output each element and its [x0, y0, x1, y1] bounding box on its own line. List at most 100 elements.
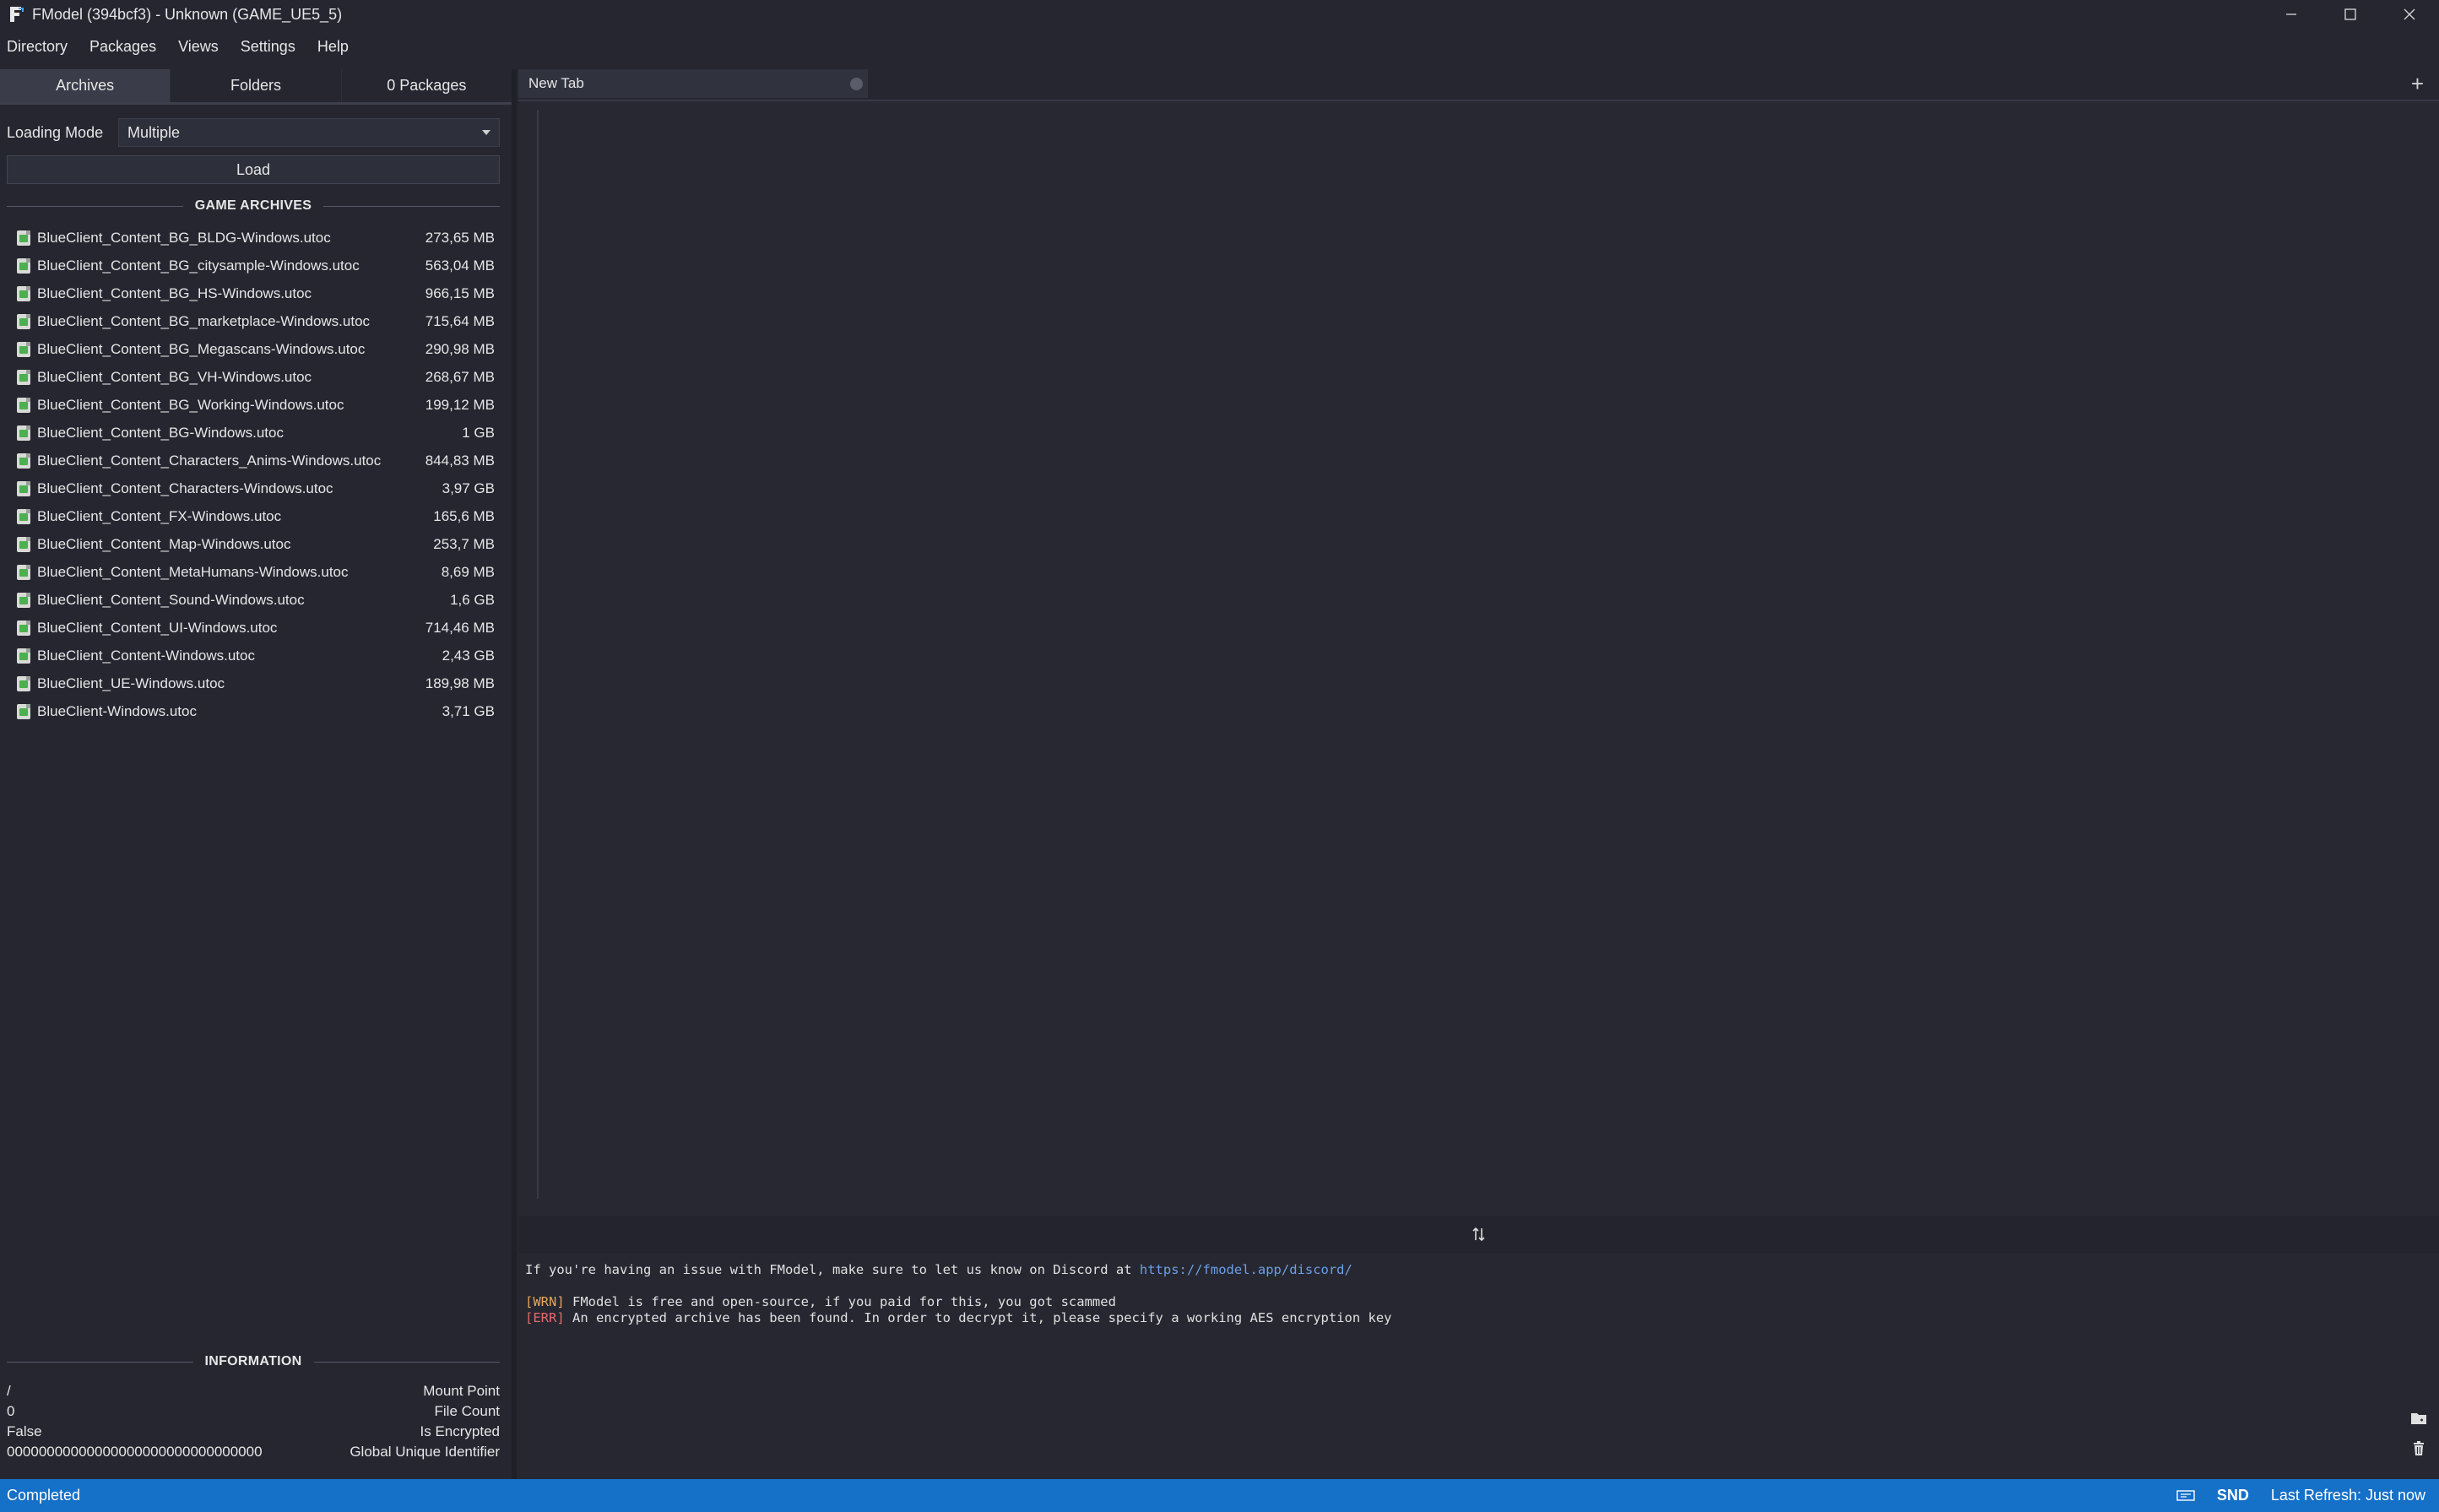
archive-row[interactable]: BlueClient_Content_Sound-Windows.utoc 1,6… — [8, 586, 500, 614]
archive-name: BlueClient_Content_MetaHumans-Windows.ut… — [37, 563, 349, 580]
left-tab-strip: Archives Folders 0 Packages — [0, 69, 512, 105]
text-editor[interactable] — [518, 100, 2439, 1216]
archive-row[interactable]: BlueClient_Content_UI-Windows.utoc 714,46… — [8, 614, 500, 642]
archive-row[interactable]: BlueClient_Content_BG-Windows.utoc 1 GB — [8, 419, 500, 447]
archive-size: 199,12 MB — [425, 396, 495, 413]
add-tab-button[interactable]: + — [2411, 71, 2424, 97]
archive-row[interactable]: BlueClient_Content_BG_citysample-Windows… — [8, 252, 500, 279]
clear-log-button[interactable] — [2410, 1440, 2427, 1457]
archive-file-icon — [17, 675, 30, 691]
archive-name: BlueClient_Content-Windows.utoc — [37, 647, 255, 664]
loading-mode-value: Multiple — [127, 123, 181, 141]
loading-mode-label: Loading Mode — [7, 123, 104, 141]
console-line-error: [ERR] An encrypted archive has been foun… — [525, 1310, 1392, 1325]
archive-size: 966,15 MB — [425, 285, 495, 301]
maximize-button[interactable] — [2321, 0, 2380, 29]
tab-archives[interactable]: Archives — [0, 69, 171, 102]
status-right: SND Last Refresh: Just now — [2154, 1479, 2425, 1512]
menu-help[interactable]: Help — [311, 38, 355, 56]
divider — [7, 205, 183, 207]
info-value: 0 — [7, 1403, 15, 1419]
info-row-mount-point: / Mount Point — [7, 1381, 500, 1401]
archive-file-icon — [17, 313, 30, 329]
archive-row[interactable]: BlueClient_Content_BG_Megascans-Windows.… — [8, 335, 500, 363]
archive-name: BlueClient_Content_BG_marketplace-Window… — [37, 312, 371, 329]
snd-indicator[interactable]: SND — [2217, 1487, 2249, 1504]
console-output[interactable]: If you're having an issue with FModel, m… — [518, 1253, 2439, 1479]
tab-packages[interactable]: 0 Packages — [340, 69, 512, 102]
archive-file-icon — [17, 564, 30, 580]
archive-row[interactable]: BlueClient_Content_BG_VH-Windows.utoc 268… — [8, 363, 500, 391]
close-button[interactable] — [2380, 0, 2439, 29]
archive-name: BlueClient_Content_BG_Working-Windows.ut… — [37, 396, 344, 413]
info-row-file-count: 0 File Count — [7, 1401, 500, 1422]
tab-folders[interactable]: Folders — [170, 69, 340, 102]
tab-new-tab[interactable]: New Tab — [518, 69, 868, 98]
archive-file-icon — [17, 536, 30, 552]
loading-mode-select[interactable]: Multiple — [118, 118, 500, 147]
load-button[interactable]: Load — [7, 155, 500, 184]
archive-row[interactable]: BlueClient_Content_BG_marketplace-Window… — [8, 307, 500, 335]
chevron-down-icon — [482, 130, 491, 135]
horizontal-splitter[interactable] — [518, 1216, 2439, 1253]
console-text: FModel is free and open-source, if you p… — [564, 1294, 1116, 1309]
minimize-button[interactable] — [2262, 0, 2321, 29]
archive-name: BlueClient_Content_BG-Windows.utoc — [37, 424, 284, 441]
archive-row[interactable]: BlueClient_Content_Characters-Windows.ut… — [8, 474, 500, 502]
archive-name: BlueClient-Windows.utoc — [37, 702, 197, 719]
archive-list: BlueClient_Content_BG_BLDG-Windows.utoc 2… — [8, 224, 500, 725]
archive-name: BlueClient_UE-Windows.utoc — [37, 675, 225, 691]
archive-name: BlueClient_Content_Map-Windows.utoc — [37, 535, 291, 552]
archive-size: 273,65 MB — [425, 229, 495, 246]
left-panel: Archives Folders 0 Packages Loading Mode… — [0, 69, 512, 1479]
menu-directory[interactable]: Directory — [0, 38, 74, 56]
info-row-guid: 00000000000000000000000000000000 Global U… — [7, 1442, 500, 1462]
archive-size: 290,98 MB — [425, 340, 495, 357]
game-archives-title: GAME ARCHIVES — [194, 198, 312, 213]
keyboard-icon[interactable] — [2176, 1489, 2195, 1503]
resize-arrows-icon — [1472, 1227, 1485, 1242]
info-value: False — [7, 1423, 42, 1439]
info-label: Is Encrypted — [420, 1423, 501, 1439]
vertical-splitter[interactable] — [512, 69, 517, 1479]
console-text: An encrypted archive has been found. In … — [564, 1310, 1392, 1325]
warn-tag: [WRN] — [525, 1294, 565, 1309]
open-folder-button[interactable] — [2410, 1410, 2427, 1427]
status-text: Completed — [7, 1487, 81, 1504]
menu-views[interactable]: Views — [171, 38, 225, 56]
minimize-icon — [2286, 14, 2296, 15]
tab-label: New Tab — [528, 75, 584, 91]
archive-name: BlueClient_Content_BG_citysample-Windows… — [37, 257, 360, 274]
archive-file-icon — [17, 425, 30, 441]
divider — [323, 205, 500, 207]
archive-row[interactable]: BlueClient_Content_Characters_Anims-Wind… — [8, 447, 500, 474]
archive-row[interactable]: BlueClient_UE-Windows.utoc 189,98 MB — [8, 669, 500, 697]
archive-file-icon — [17, 480, 30, 496]
error-tag: [ERR] — [525, 1310, 565, 1325]
console-tools — [2410, 1410, 2431, 1471]
info-label: Global Unique Identifier — [350, 1444, 500, 1460]
archive-row[interactable]: BlueClient_Content_BG_HS-Windows.utoc 966… — [8, 279, 500, 307]
editor-gutter-line — [537, 110, 539, 1199]
archive-row[interactable]: BlueClient_Content_FX-Windows.utoc 165,6 … — [8, 502, 500, 530]
menu-bar: Directory Packages Views Settings Help — [0, 32, 364, 61]
fmodel-logo-icon — [7, 4, 27, 24]
archive-file-icon — [17, 341, 30, 357]
archive-row[interactable]: BlueClient_Content_BG_Working-Windows.ut… — [8, 391, 500, 419]
archive-name: BlueClient_Content_FX-Windows.utoc — [37, 507, 282, 524]
menu-packages[interactable]: Packages — [83, 38, 163, 56]
folder-icon — [2411, 1413, 2426, 1424]
archive-row[interactable]: BlueClient_Content_Map-Windows.utoc 253,7… — [8, 530, 500, 558]
archive-row[interactable]: BlueClient_Content_BG_BLDG-Windows.utoc 2… — [8, 224, 500, 252]
close-icon — [2404, 8, 2415, 20]
close-tab-icon[interactable] — [850, 78, 863, 90]
archive-row[interactable]: BlueClient-Windows.utoc 3,71 GB — [8, 697, 500, 725]
discord-link[interactable]: https://fmodel.app/discord/ — [1140, 1262, 1352, 1277]
archive-file-icon — [17, 620, 30, 636]
divider — [313, 1361, 500, 1363]
archive-row[interactable]: BlueClient_Content_MetaHumans-Windows.ut… — [8, 558, 500, 586]
window-title: FModel (394bcf3) - Unknown (GAME_UE5_5) — [32, 5, 343, 23]
archive-row[interactable]: BlueClient_Content-Windows.utoc 2,43 GB — [8, 642, 500, 669]
menu-settings[interactable]: Settings — [234, 38, 302, 56]
console-text: If you're having an issue with FModel, m… — [525, 1262, 1140, 1277]
